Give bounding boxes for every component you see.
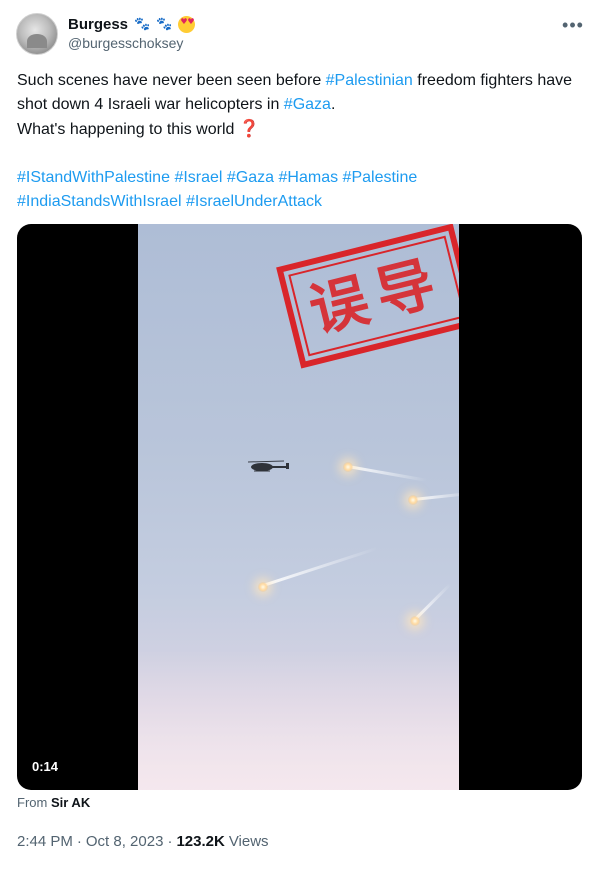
- views-count: 123.2K: [176, 833, 225, 850]
- tweet-text-segment: What's happening to this world: [17, 121, 239, 138]
- video-timecode: 0:14: [32, 759, 59, 774]
- tweet-time[interactable]: 2:44 PM: [17, 833, 73, 850]
- attribution-prefix: From: [17, 795, 51, 810]
- tweet-text-segment: Such scenes have never been seen before: [17, 72, 326, 89]
- hashtag-link[interactable]: #Palestine: [343, 169, 418, 186]
- stamp-text: 误导: [302, 246, 452, 346]
- display-name[interactable]: Burgess: [68, 16, 128, 33]
- hashtag-link[interactable]: #IndiaStandsWithIsrael: [17, 193, 182, 210]
- author-handle[interactable]: @burgesschoksey: [68, 35, 183, 51]
- helicopter-silhouette: [247, 460, 289, 472]
- video-frame: 误导: [138, 224, 459, 790]
- media-attribution: From Sir AK: [17, 795, 90, 810]
- tweet-meta: 2:44 PM · Oct 8, 2023 · 123.2K Views: [17, 833, 269, 850]
- hashtag-link[interactable]: #Palestinian: [326, 72, 413, 89]
- hashtag-link[interactable]: #Hamas: [279, 169, 339, 186]
- views-label: Views: [228, 833, 269, 850]
- tweet-text-segment: .: [330, 96, 336, 113]
- meta-separator: ·: [76, 833, 82, 850]
- video-player[interactable]: 误导 0:14: [17, 224, 582, 790]
- tweet-paragraph-2: What's happening to this world ❓: [17, 117, 587, 142]
- hashtag-link[interactable]: #Gaza: [284, 96, 331, 113]
- tweet-date[interactable]: Oct 8, 2023: [86, 833, 164, 850]
- meta-separator: ·: [167, 833, 173, 850]
- hashtag-link[interactable]: #Gaza: [227, 169, 274, 186]
- hashtag-link[interactable]: #IsraelUnderAttack: [186, 193, 322, 210]
- hashtag-link[interactable]: #Israel: [174, 169, 222, 186]
- tweet-text: Such scenes have never been seen before …: [17, 69, 587, 214]
- hashtags-row-2: #IndiaStandsWithIsrael #IsraelUnderAttac…: [17, 190, 587, 214]
- hashtags-row-1: #IStandWithPalestine #Israel #Gaza #Hama…: [17, 166, 587, 190]
- hashtag-link[interactable]: #IStandWithPalestine: [17, 169, 170, 186]
- avatar[interactable]: [16, 13, 58, 55]
- video-haze: [138, 650, 459, 790]
- more-icon[interactable]: •••: [560, 12, 586, 38]
- tweet-paragraph-1: Such scenes have never been seen before …: [17, 69, 587, 117]
- paw-prints-emoji-icon: 🐾: [156, 16, 173, 32]
- misleading-stamp: 误导: [276, 224, 459, 369]
- attribution-source-link[interactable]: Sir AK: [51, 795, 90, 810]
- question-mark-emoji-icon: ❓: [238, 119, 261, 139]
- paw-prints-emoji-icon: 🐾: [134, 16, 151, 32]
- author-name-row: Burgess 🐾 🐾: [68, 14, 196, 34]
- heart-eyes-emoji-icon: [178, 15, 196, 33]
